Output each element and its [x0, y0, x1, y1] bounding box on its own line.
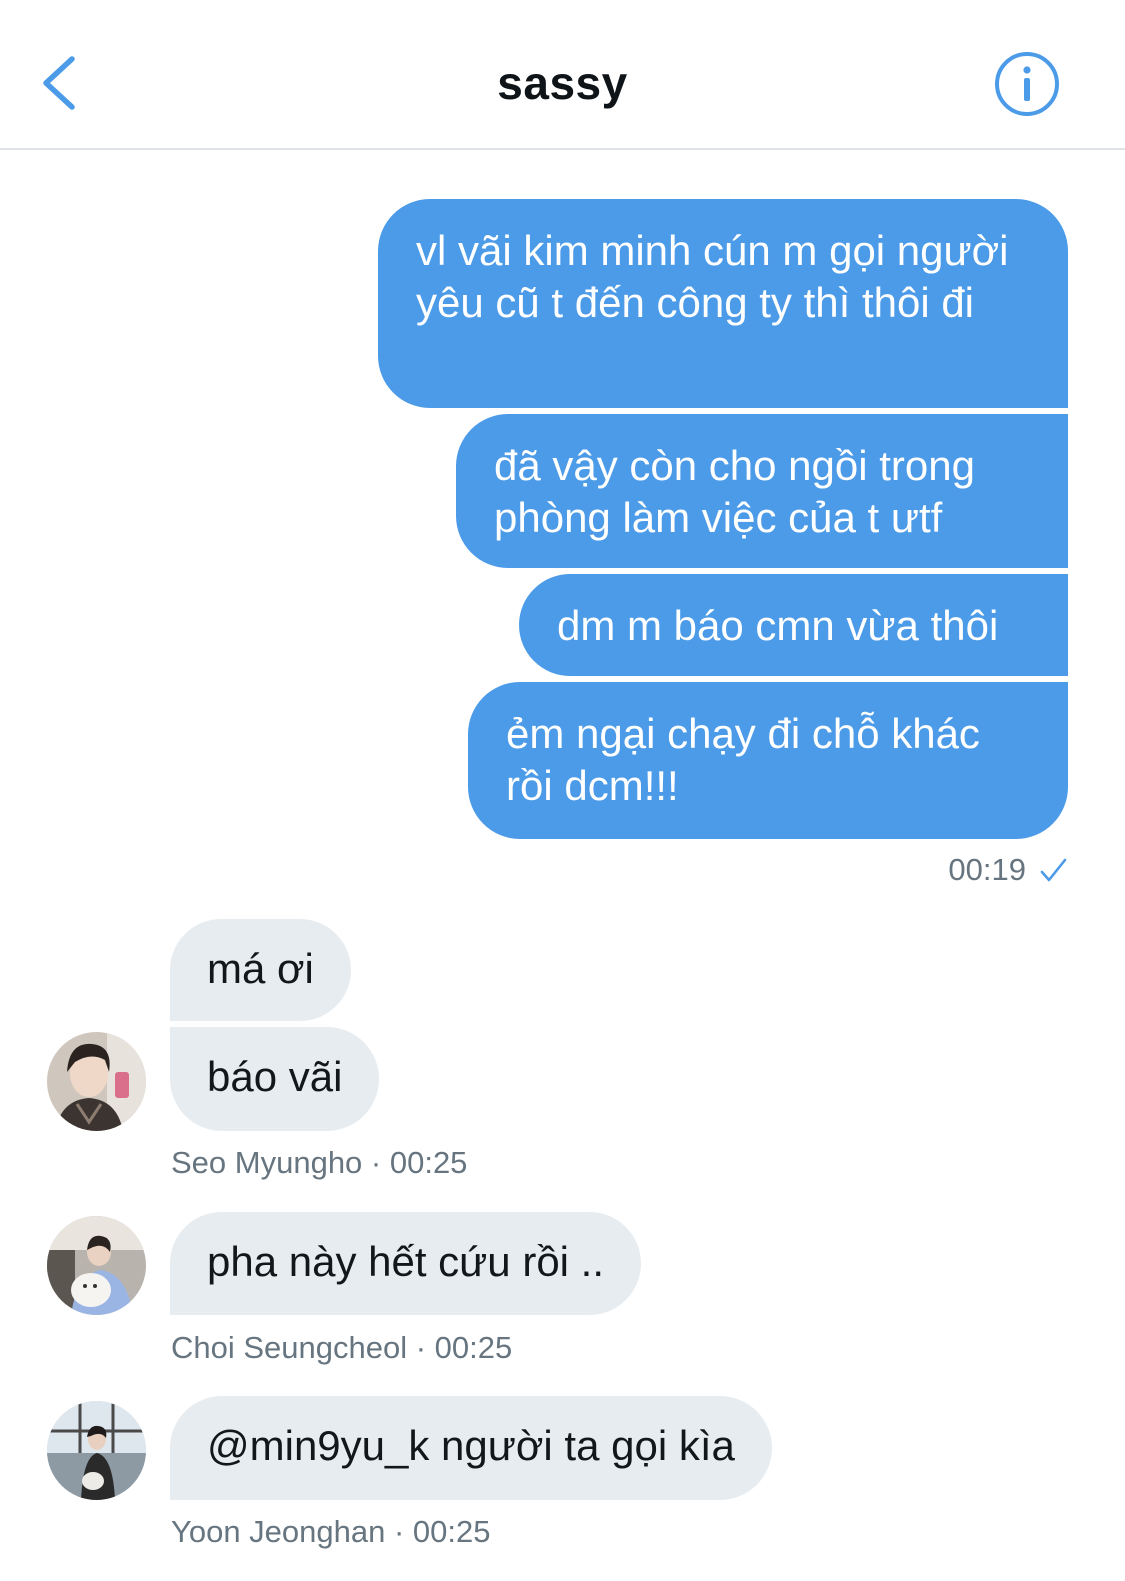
message-text: @min9yu_k người ta gọi kìa	[207, 1422, 735, 1469]
avatar-photo	[47, 1216, 146, 1315]
avatar-photo	[47, 1032, 146, 1131]
conversation-header: sassy	[0, 0, 1125, 150]
outgoing-message-bubble[interactable]: đã vậy còn cho ngồi trong phòng làm việc…	[456, 414, 1068, 568]
incoming-message-bubble[interactable]: @min9yu_k người ta gọi kìa	[170, 1396, 772, 1500]
message-text: dm m báo cmn vừa thôi	[557, 602, 999, 649]
info-circle-icon	[995, 52, 1059, 116]
avatar[interactable]	[47, 1401, 146, 1500]
avatar[interactable]	[47, 1032, 146, 1131]
incoming-message-bubble[interactable]: báo vãi	[170, 1027, 380, 1131]
outgoing-message-bubble[interactable]: dm m báo cmn vừa thôi	[519, 574, 1068, 676]
incoming-message-meta: Yoon Jeonghan · 00:25	[171, 1514, 491, 1549]
incoming-message-meta: Seo Myungho · 00:25	[171, 1145, 468, 1180]
checkmark-icon	[1040, 858, 1067, 882]
message-text: đã vậy còn cho ngồi trong phòng làm việc…	[494, 442, 975, 541]
message-text: vl vãi kim minh cún m gọi người yêu cũ t…	[416, 227, 1009, 326]
incoming-message-bubble[interactable]: pha này hết cứu rồi ..	[170, 1212, 642, 1315]
avatar[interactable]	[47, 1216, 146, 1315]
outgoing-message-bubble[interactable]: vl vãi kim minh cún m gọi người yêu cũ t…	[378, 199, 1068, 408]
incoming-message-bubble[interactable]: má ơi	[170, 919, 351, 1021]
message-text: báo vãi	[207, 1053, 343, 1100]
avatar-photo	[47, 1401, 146, 1500]
conversation-title: sassy	[497, 57, 628, 109]
incoming-message-meta: Choi Seungcheol · 00:25	[171, 1330, 513, 1365]
outgoing-message-meta: 00:19	[948, 852, 1068, 888]
info-button[interactable]	[994, 51, 1060, 117]
message-text: pha này hết cứu rồi ..	[207, 1238, 605, 1285]
message-text: ẻm ngại chạy đi chỗ khác rồi dcm!!!	[506, 710, 980, 809]
outgoing-message-bubble[interactable]: ẻm ngại chạy đi chỗ khác rồi dcm!!!	[468, 682, 1068, 839]
message-text: má ơi	[207, 945, 314, 992]
message-time: 00:19	[948, 852, 1026, 887]
